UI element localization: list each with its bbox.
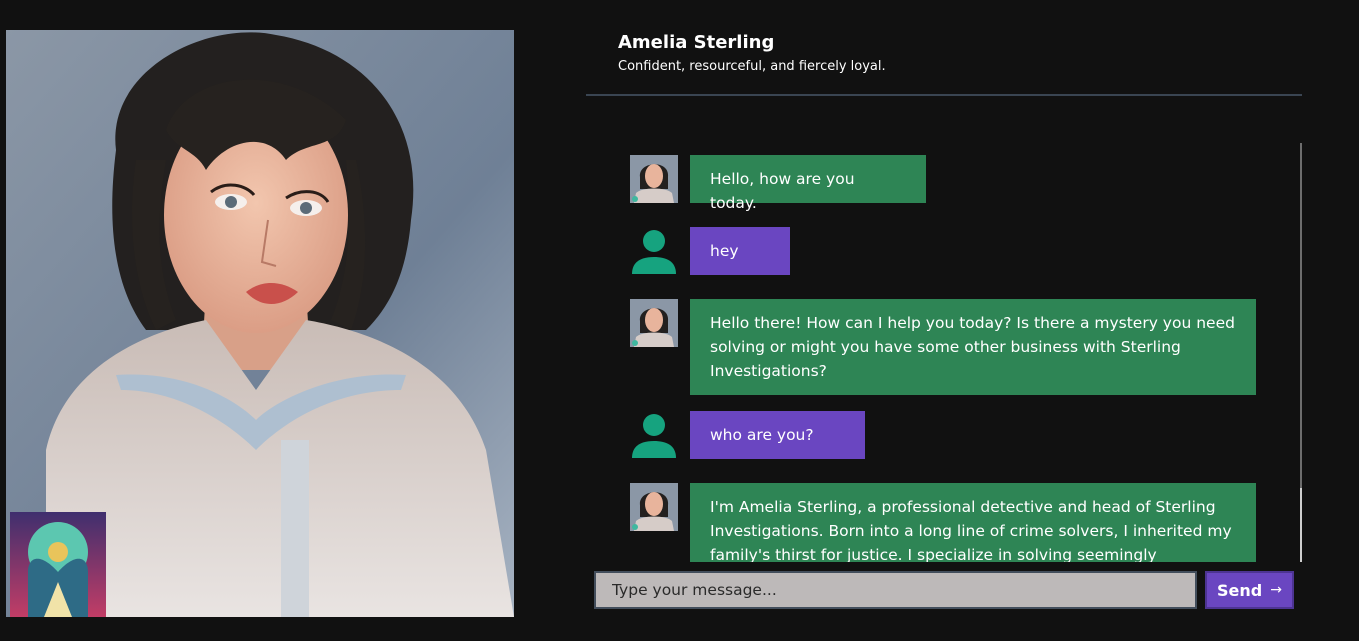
chat-scrollbar[interactable]: [1300, 143, 1302, 562]
message-bubble-user: hey: [690, 227, 790, 275]
bot-avatar: [630, 483, 678, 531]
arrow-right-icon: →: [1270, 582, 1282, 598]
message-input[interactable]: [594, 571, 1197, 609]
send-button-label: Send: [1217, 580, 1263, 600]
character-name: Amelia Sterling: [618, 32, 775, 53]
message-bubble-bot: Hello, how are you today.: [690, 155, 926, 212]
chat-header: Amelia Sterling Confident, resourceful, …: [586, 28, 1302, 96]
bot-avatar: [630, 155, 678, 203]
character-tagline: Confident, resourceful, and fiercely loy…: [618, 59, 886, 74]
user-avatar-icon: [630, 411, 678, 459]
brand-logo: [10, 512, 106, 617]
bot-avatar: [630, 299, 678, 347]
user-avatar-icon: [630, 227, 678, 275]
chat-scrollbar-thumb[interactable]: [1300, 143, 1302, 488]
message-bubble-bot: Hello there! How can I help you today? I…: [690, 299, 1256, 395]
message-bubble-user: who are you?: [690, 411, 865, 459]
message-bubble-bot: I'm Amelia Sterling, a professional dete…: [690, 483, 1256, 562]
send-button[interactable]: Send →: [1205, 571, 1294, 609]
message-list[interactable]: Hello, how are you today. hey Hello ther…: [586, 143, 1302, 562]
